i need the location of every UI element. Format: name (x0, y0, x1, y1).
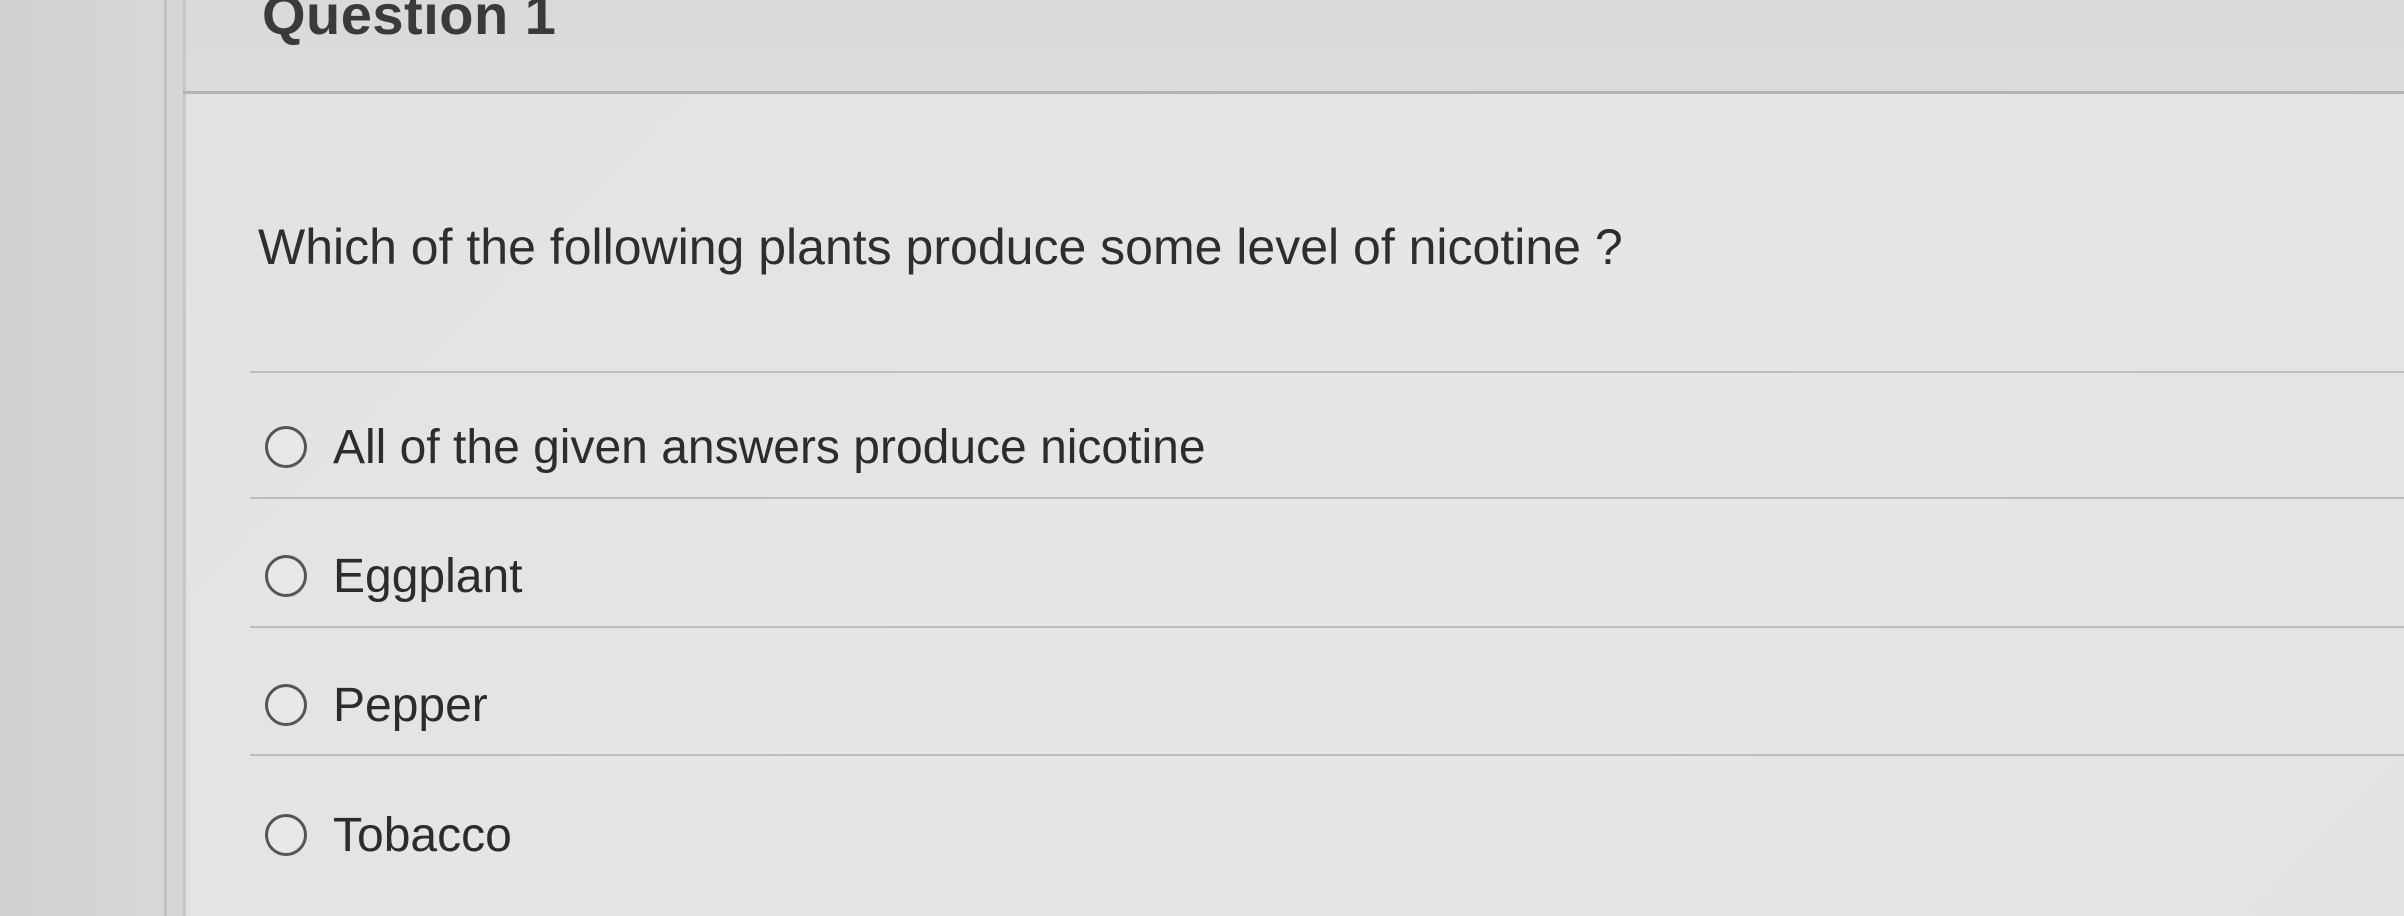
gutter-divider (164, 0, 167, 916)
card-left-edge (183, 0, 186, 916)
answer-option-tobacco[interactable]: Tobacco (265, 800, 512, 870)
answer-label: Pepper (333, 678, 488, 732)
radio-button[interactable] (265, 814, 307, 856)
question-title: Question 1 (262, 0, 557, 46)
answer-label: Eggplant (333, 549, 523, 603)
answer-option-pepper[interactable]: Pepper (265, 670, 488, 740)
answer-label: All of the given answers produce nicotin… (333, 420, 1206, 474)
option-divider (250, 754, 2404, 756)
answer-label: Tobacco (333, 808, 512, 862)
radio-button[interactable] (265, 684, 307, 726)
question-text: Which of the following plants produce so… (258, 219, 1623, 275)
radio-button[interactable] (265, 426, 307, 468)
option-divider (250, 497, 2404, 499)
answer-option-all[interactable]: All of the given answers produce nicotin… (265, 412, 1206, 482)
left-gutter (0, 0, 168, 916)
answer-option-eggplant[interactable]: Eggplant (265, 541, 523, 611)
header-divider (183, 91, 2404, 94)
option-divider (250, 626, 2404, 628)
question-divider (250, 371, 2404, 373)
radio-button[interactable] (265, 555, 307, 597)
